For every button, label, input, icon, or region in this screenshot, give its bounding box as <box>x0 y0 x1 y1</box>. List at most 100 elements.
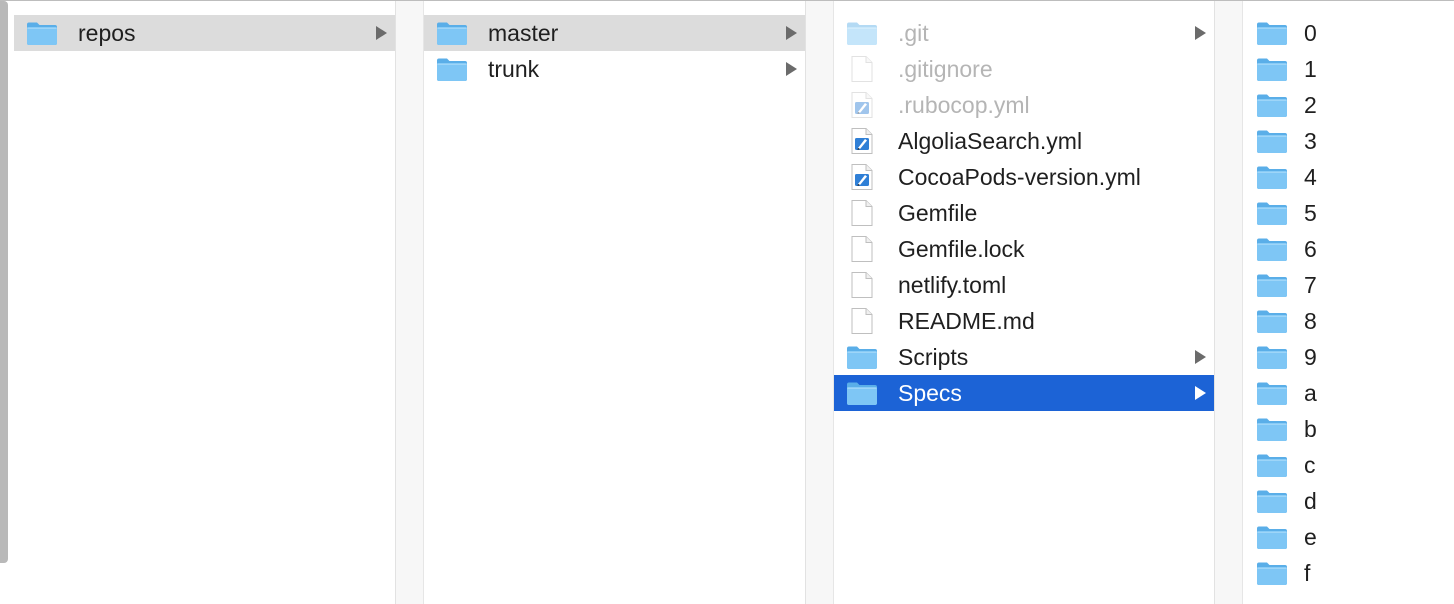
folder-item[interactable]: b <box>1243 411 1454 447</box>
item-label: 8 <box>1304 307 1317 334</box>
item-label: d <box>1304 487 1317 514</box>
column-resize-gutter[interactable] <box>1215 1 1243 604</box>
folder-item[interactable]: c <box>1243 447 1454 483</box>
yml-document-icon <box>846 92 878 118</box>
folder-icon <box>1256 164 1288 190</box>
item-label: 4 <box>1304 163 1317 190</box>
file-item[interactable]: Gemfile.lock <box>834 231 1214 267</box>
item-label: 7 <box>1304 271 1317 298</box>
folder-item[interactable]: a <box>1243 375 1454 411</box>
column-1: repos <box>14 1 396 604</box>
disclosure-chevron-right-icon <box>376 26 387 40</box>
folder-icon <box>1256 524 1288 550</box>
disclosure-chevron-right-icon <box>1195 386 1206 400</box>
column-4: 0 1 2 3 4 5 6 7 8 9 abcdef <box>1243 1 1454 604</box>
column-2: master trunk <box>424 1 806 604</box>
folder-item[interactable]: 0 <box>1243 15 1454 51</box>
column-resize-gutter[interactable] <box>806 1 834 604</box>
item-label: .gitignore <box>898 55 993 82</box>
column-3: .git .gitignore .rubocop.yml AlgoliaSearch.… <box>834 1 1215 604</box>
folder-icon <box>1256 200 1288 226</box>
item-label: a <box>1304 379 1317 406</box>
disclosure-chevron-right-icon <box>1195 26 1206 40</box>
item-label: 2 <box>1304 91 1317 118</box>
folder-item[interactable]: 5 <box>1243 195 1454 231</box>
file-item[interactable]: README.md <box>834 303 1214 339</box>
item-label: Gemfile <box>898 199 978 226</box>
column-1-list: repos <box>14 15 395 51</box>
folder-item[interactable]: 6 <box>1243 231 1454 267</box>
folder-icon <box>1256 308 1288 334</box>
folder-item[interactable]: Scripts <box>834 339 1214 375</box>
item-label: 0 <box>1304 19 1317 46</box>
folder-icon <box>1256 416 1288 442</box>
folder-icon <box>1256 236 1288 262</box>
file-item[interactable]: CocoaPods-version.yml <box>834 159 1214 195</box>
item-label: .rubocop.yml <box>898 91 1030 118</box>
column-4-list: 0 1 2 3 4 5 6 7 8 9 abcdef <box>1243 15 1454 591</box>
item-label: README.md <box>898 307 1035 334</box>
file-item[interactable]: netlify.toml <box>834 267 1214 303</box>
file-item[interactable]: .gitignore <box>834 51 1214 87</box>
yml-document-icon <box>846 128 878 154</box>
folder-icon <box>1256 452 1288 478</box>
item-label: f <box>1304 559 1311 586</box>
folder-icon <box>1256 56 1288 82</box>
folder-item[interactable]: 2 <box>1243 87 1454 123</box>
document-icon <box>846 56 878 82</box>
item-label: 3 <box>1304 127 1317 154</box>
folder-item[interactable]: repos <box>14 15 395 51</box>
file-item[interactable]: Gemfile <box>834 195 1214 231</box>
folder-icon <box>1256 92 1288 118</box>
item-label: 5 <box>1304 199 1317 226</box>
item-label: netlify.toml <box>898 271 1007 298</box>
item-label: Specs <box>898 379 962 406</box>
document-icon <box>846 272 878 298</box>
folder-icon <box>1256 272 1288 298</box>
folder-item[interactable]: Specs <box>834 375 1214 411</box>
folder-icon <box>436 20 468 46</box>
item-label: e <box>1304 523 1317 550</box>
file-item[interactable]: AlgoliaSearch.yml <box>834 123 1214 159</box>
item-label: 6 <box>1304 235 1317 262</box>
folder-icon <box>26 20 58 46</box>
folder-item[interactable]: e <box>1243 519 1454 555</box>
folder-item[interactable]: 7 <box>1243 267 1454 303</box>
folder-item[interactable]: .git <box>834 15 1214 51</box>
file-item[interactable]: .rubocop.yml <box>834 87 1214 123</box>
disclosure-chevron-right-icon <box>786 26 797 40</box>
item-label: master <box>488 19 559 46</box>
folder-item[interactable]: 9 <box>1243 339 1454 375</box>
document-icon <box>846 236 878 262</box>
folder-item[interactable]: 3 <box>1243 123 1454 159</box>
disclosure-chevron-right-icon <box>786 62 797 76</box>
scrollbar[interactable] <box>0 1 8 563</box>
folder-icon <box>846 344 878 370</box>
disclosure-chevron-right-icon <box>1195 350 1206 364</box>
item-label: repos <box>78 19 136 46</box>
folder-icon <box>1256 488 1288 514</box>
item-label: AlgoliaSearch.yml <box>898 127 1083 154</box>
folder-item[interactable]: d <box>1243 483 1454 519</box>
item-label: Scripts <box>898 343 969 370</box>
folder-icon <box>1256 128 1288 154</box>
folder-item[interactable]: 8 <box>1243 303 1454 339</box>
folder-item[interactable]: 1 <box>1243 51 1454 87</box>
item-label: b <box>1304 415 1317 442</box>
folder-item[interactable]: trunk <box>424 51 805 87</box>
column-browser: repos master trunk .git .gitignore .rubocop… <box>0 0 1454 604</box>
item-label: c <box>1304 451 1316 478</box>
document-icon <box>846 308 878 334</box>
folder-item[interactable]: 4 <box>1243 159 1454 195</box>
folder-item[interactable]: master <box>424 15 805 51</box>
folder-item[interactable]: f <box>1243 555 1454 591</box>
item-label: 1 <box>1304 55 1317 82</box>
item-label: 9 <box>1304 343 1317 370</box>
column-3-list: .git .gitignore .rubocop.yml AlgoliaSearch.… <box>834 15 1214 411</box>
item-label: trunk <box>488 55 540 82</box>
column-resize-gutter[interactable] <box>396 1 424 604</box>
folder-icon <box>846 380 878 406</box>
folder-icon <box>1256 560 1288 586</box>
document-icon <box>846 200 878 226</box>
folder-icon <box>1256 344 1288 370</box>
